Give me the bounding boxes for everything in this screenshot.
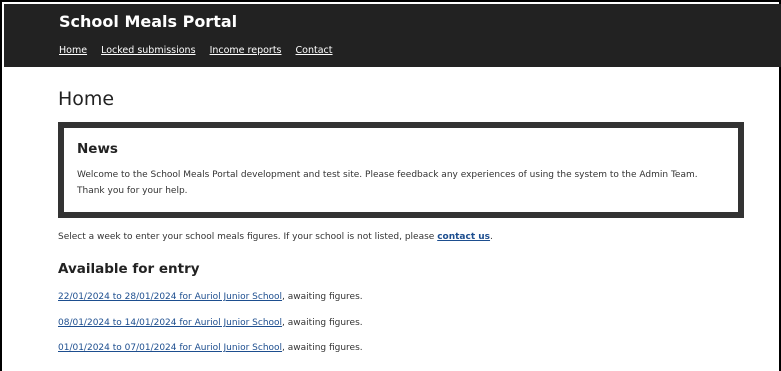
entry-status: , awaiting figures. <box>282 343 363 353</box>
news-panel: News Welcome to the School Meals Portal … <box>58 122 744 218</box>
entry-week-link[interactable]: 08/01/2024 to 14/01/2024 for Auriol Juni… <box>58 318 282 328</box>
entry-status: , awaiting figures. <box>282 292 363 302</box>
site-title: School Meals Portal <box>59 12 238 31</box>
entry-week-link[interactable]: 22/01/2024 to 28/01/2024 for Auriol Juni… <box>58 292 282 302</box>
nav-locked-submissions-link[interactable]: Locked submissions <box>101 45 195 56</box>
main-nav: Home Locked submissions Income reports C… <box>59 45 344 56</box>
news-body: Welcome to the School Meals Portal devel… <box>77 170 698 196</box>
intro-text-after: . <box>490 232 493 242</box>
nav-home-link[interactable]: Home <box>59 45 87 56</box>
news-heading: News <box>77 141 118 157</box>
browser-viewport: School Meals Portal Home Locked submissi… <box>0 0 781 371</box>
nav-contact-link[interactable]: Contact <box>296 45 333 56</box>
nav-income-reports-link[interactable]: Income reports <box>210 45 282 56</box>
entry-status: , awaiting figures. <box>282 318 363 328</box>
intro-text: Select a week to enter your school meals… <box>58 232 493 242</box>
site-header: School Meals Portal Home Locked submissi… <box>4 4 781 67</box>
entry-item: 08/01/2024 to 14/01/2024 for Auriol Juni… <box>58 318 363 328</box>
entry-week-link[interactable]: 01/01/2024 to 07/01/2024 for Auriol Juni… <box>58 343 282 353</box>
available-for-entry-heading: Available for entry <box>58 261 200 277</box>
entry-item: 01/01/2024 to 07/01/2024 for Auriol Juni… <box>58 343 363 353</box>
page-title: Home <box>58 88 115 110</box>
entry-item: 22/01/2024 to 28/01/2024 for Auriol Juni… <box>58 292 363 302</box>
intro-text-before: Select a week to enter your school meals… <box>58 232 438 242</box>
contact-us-link[interactable]: contact us <box>437 232 490 242</box>
